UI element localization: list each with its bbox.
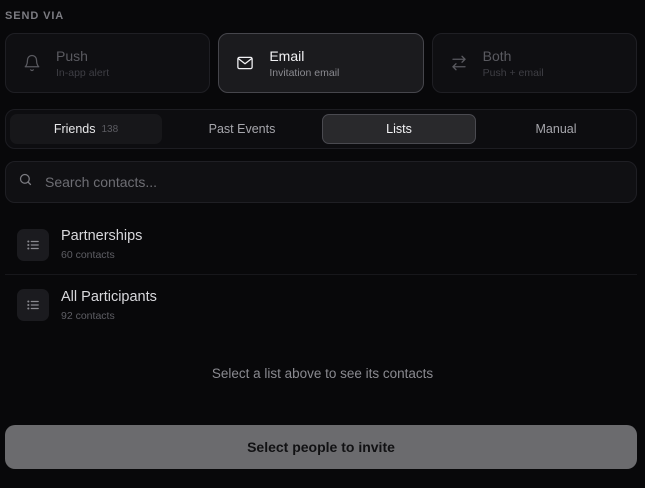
list-icon [17, 228, 49, 261]
list-contact-count: 92 contacts [61, 309, 115, 322]
invite-button[interactable]: Select people to invite [5, 425, 637, 469]
send-via-label: SEND VIA [5, 10, 65, 22]
list-name: Partnerships [61, 228, 143, 244]
contact-source-tabs: Friends 138 Past Events Lists Manual [5, 109, 637, 149]
list-name: All Participants [61, 288, 157, 305]
method-email-title: Email [269, 47, 305, 64]
bell-icon [22, 53, 42, 73]
tab-past-events-label: Past Events [208, 122, 276, 136]
contact-lists: Partnerships 60 contacts All Participant… [5, 215, 637, 335]
search-icon [18, 172, 33, 192]
method-both-option[interactable]: Both Push + email [431, 33, 637, 93]
empty-state-hint: Select a list above to see its contacts [211, 366, 434, 381]
tab-manual-label: Manual [535, 122, 577, 136]
method-push-subtitle: In-app alert [56, 66, 110, 79]
method-both-title: Both [482, 47, 512, 64]
arrows-swap-icon [449, 53, 469, 73]
tab-past-events[interactable]: Past Events [166, 114, 318, 144]
list-item-partnerships[interactable]: Partnerships 60 contacts [5, 215, 637, 275]
mail-icon [235, 53, 255, 73]
method-email-option[interactable]: Email Invitation email [218, 33, 424, 93]
tab-manual[interactable]: Manual [480, 114, 632, 144]
list-icon [17, 289, 49, 321]
method-both-subtitle: Push + email [482, 66, 544, 79]
friends-count-badge: 138 [101, 123, 119, 135]
search-input[interactable] [45, 174, 605, 190]
list-contact-count: 60 contacts [61, 249, 115, 261]
tab-lists-label: Lists [386, 122, 412, 136]
method-push-title: Push [56, 47, 88, 64]
method-push-option[interactable]: Push In-app alert [5, 33, 211, 93]
list-item-all-participants[interactable]: All Participants 92 contacts [5, 275, 637, 335]
search-bar [5, 161, 637, 203]
send-method-group: Push In-app alert Email Invitation email… [5, 33, 637, 93]
method-email-subtitle: Invitation email [269, 66, 340, 79]
tab-friends[interactable]: Friends 138 [10, 114, 162, 144]
tab-friends-label: Friends [53, 122, 96, 136]
tab-lists[interactable]: Lists [322, 114, 476, 144]
